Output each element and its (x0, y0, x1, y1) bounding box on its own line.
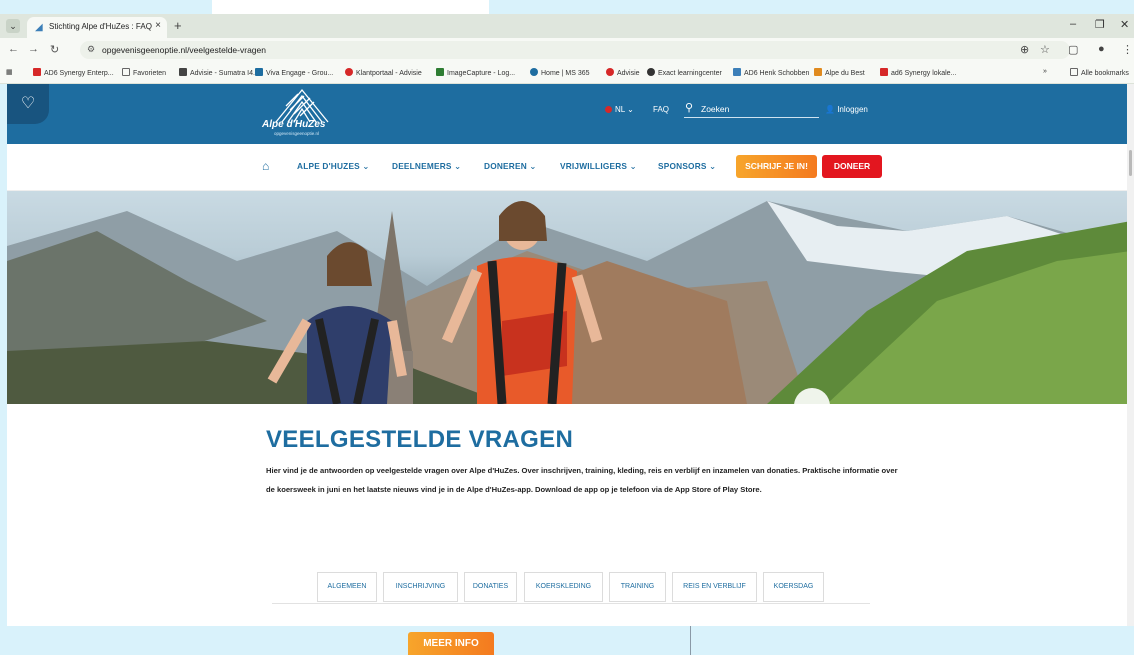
more-info-button[interactable]: MEER INFO (408, 632, 494, 655)
heart-icon[interactable]: ♡ (7, 84, 49, 124)
extensions-icon[interactable]: ▢ (1068, 43, 1078, 56)
menu-icon[interactable]: ⋮ (1122, 43, 1133, 56)
hero-image (7, 191, 1131, 404)
tab-training[interactable]: TRAINING (609, 572, 666, 602)
faq-category-tabs: ALGEMEEN INSCHRIJVING DONATIES KOERSKLED… (272, 572, 870, 604)
bookmarks-bar: ▦ AD6 Synergy Enterp... Favorieten Advis… (0, 62, 1134, 84)
intro-text: Hier vind je de antwoorden op veelgestel… (266, 466, 898, 494)
bookmark-item[interactable]: Home | MS 365 (530, 68, 590, 77)
main-nav: ⌂ ALPE D'HUZES ⌄ DEELNEMERS ⌄ DONEREN ⌄ … (7, 144, 1131, 191)
nav-deelnemers[interactable]: DEELNEMERS ⌄ (392, 161, 461, 171)
restore-icon[interactable]: ❐ (1095, 18, 1105, 31)
bookmark-folder[interactable]: Favorieten (122, 68, 166, 77)
reload-icon[interactable]: ↻ (50, 43, 59, 56)
bookmarks-overflow-icon[interactable]: » (1043, 68, 1047, 75)
search-placeholder: Zoeken (701, 104, 730, 114)
tab-search-icon[interactable]: ⌄ (6, 19, 20, 33)
bookmark-item[interactable]: ImageCapture - Log... (436, 68, 515, 77)
tab-koerskleding[interactable]: KOERSKLEDING (524, 572, 603, 602)
minimize-icon[interactable]: – (1070, 18, 1076, 30)
search-icon: ⚲ (685, 102, 694, 114)
divider-line (690, 626, 691, 655)
logo-wordmark: Alpe d'HuZes (262, 119, 326, 130)
faq-link[interactable]: FAQ (653, 105, 669, 114)
login-link[interactable]: 👤 Inloggen (825, 105, 868, 114)
tab-donaties[interactable]: DONATIES (464, 572, 517, 602)
tab-algemeen[interactable]: ALGEMEEN (317, 572, 377, 602)
bookmark-item[interactable]: AD6 Synergy Enterp... (33, 68, 114, 77)
close-window-icon[interactable]: ✕ (1120, 18, 1129, 31)
bookmark-item[interactable]: Alpe du Best (814, 68, 865, 77)
bookmark-item[interactable]: Advisie (606, 68, 640, 77)
bookmark-item[interactable]: AD6 Henk Schobben (733, 68, 809, 77)
tab-reis-en-verblijf[interactable]: REIS EN VERBLIJF (672, 572, 757, 602)
nav-vrijwilligers[interactable]: VRIJWILLIGERS ⌄ (560, 161, 637, 171)
home-icon[interactable]: ⌂ (262, 159, 269, 173)
hero-illustration (7, 201, 1131, 404)
zoom-icon[interactable]: ⊕ (1020, 43, 1029, 56)
donate-button[interactable]: DONEER (822, 155, 882, 178)
bookmark-item[interactable]: Advisie - Sumatra I4... (179, 68, 259, 77)
register-button[interactable]: SCHRIJF JE IN! (736, 155, 817, 178)
language-select[interactable]: NL ⌄ (605, 105, 634, 114)
star-icon[interactable]: ☆ (1040, 43, 1050, 56)
profile-icon[interactable]: ● (1098, 43, 1105, 55)
browser-tab[interactable]: ◢ Stichting Alpe d'HuZes : FAQ × (27, 17, 167, 38)
scrollbar-thumb[interactable] (1129, 150, 1132, 176)
bookmark-item[interactable]: Exact learningcenter (647, 68, 722, 77)
faq-content: VEELGESTELDE VRAGEN Hier vind je de antw… (7, 404, 1131, 626)
forward-icon[interactable]: → (28, 43, 39, 55)
favicon-icon: ◢ (35, 22, 43, 33)
address-bar-row: ← → ↻ ⚙ opgevenisgeenoptie.nl/veelgestel… (0, 38, 1134, 62)
page-title: VEELGESTELDE VRAGEN (266, 426, 574, 453)
nav-doneren[interactable]: DONEREN ⌄ (484, 161, 537, 171)
site-header: ♡ Alpe d'HuZes opgevenisgeenoptie.nl NL … (7, 84, 1131, 144)
logo-subtitle: opgevenisgeenoptie.nl (274, 131, 320, 136)
tab-koersdag[interactable]: KOERSDAG (763, 572, 824, 602)
nav-alpe-dhuzes[interactable]: ALPE D'HUZES ⌄ (297, 161, 370, 171)
search-field[interactable]: ⚲ Zoeken (684, 101, 819, 118)
browser-tabstrip: ⌄ ◢ Stichting Alpe d'HuZes : FAQ × + – ❐… (0, 14, 1134, 38)
tab-close-icon[interactable]: × (155, 20, 161, 31)
url-field[interactable]: ⚙ opgevenisgeenoptie.nl/veelgestelde-vra… (80, 41, 1070, 59)
url-text: opgevenisgeenoptie.nl/veelgestelde-vrage… (102, 45, 266, 55)
bookmark-item[interactable]: Klantportaal - Advisie (345, 68, 422, 77)
new-tab-icon[interactable]: + (174, 18, 182, 33)
site-logo[interactable]: Alpe d'HuZes opgevenisgeenoptie.nl (262, 84, 342, 140)
top-strip (212, 0, 489, 14)
bookmark-item[interactable]: Viva Engage - Grou... (255, 68, 333, 77)
apps-icon[interactable]: ▦ (6, 68, 13, 76)
site-info-icon[interactable]: ⚙ (87, 44, 95, 55)
tab-inschrijving[interactable]: INSCHRIJVING (383, 572, 458, 602)
nav-sponsors[interactable]: SPONSORS ⌄ (658, 161, 716, 171)
back-icon[interactable]: ← (8, 43, 19, 55)
nl-flag-icon (605, 106, 612, 113)
all-bookmarks[interactable]: Alle bookmarks (1070, 68, 1129, 77)
bookmark-item[interactable]: ad6 Synergy lokale... (880, 68, 956, 77)
tab-title: Stichting Alpe d'HuZes : FAQ (49, 22, 152, 31)
